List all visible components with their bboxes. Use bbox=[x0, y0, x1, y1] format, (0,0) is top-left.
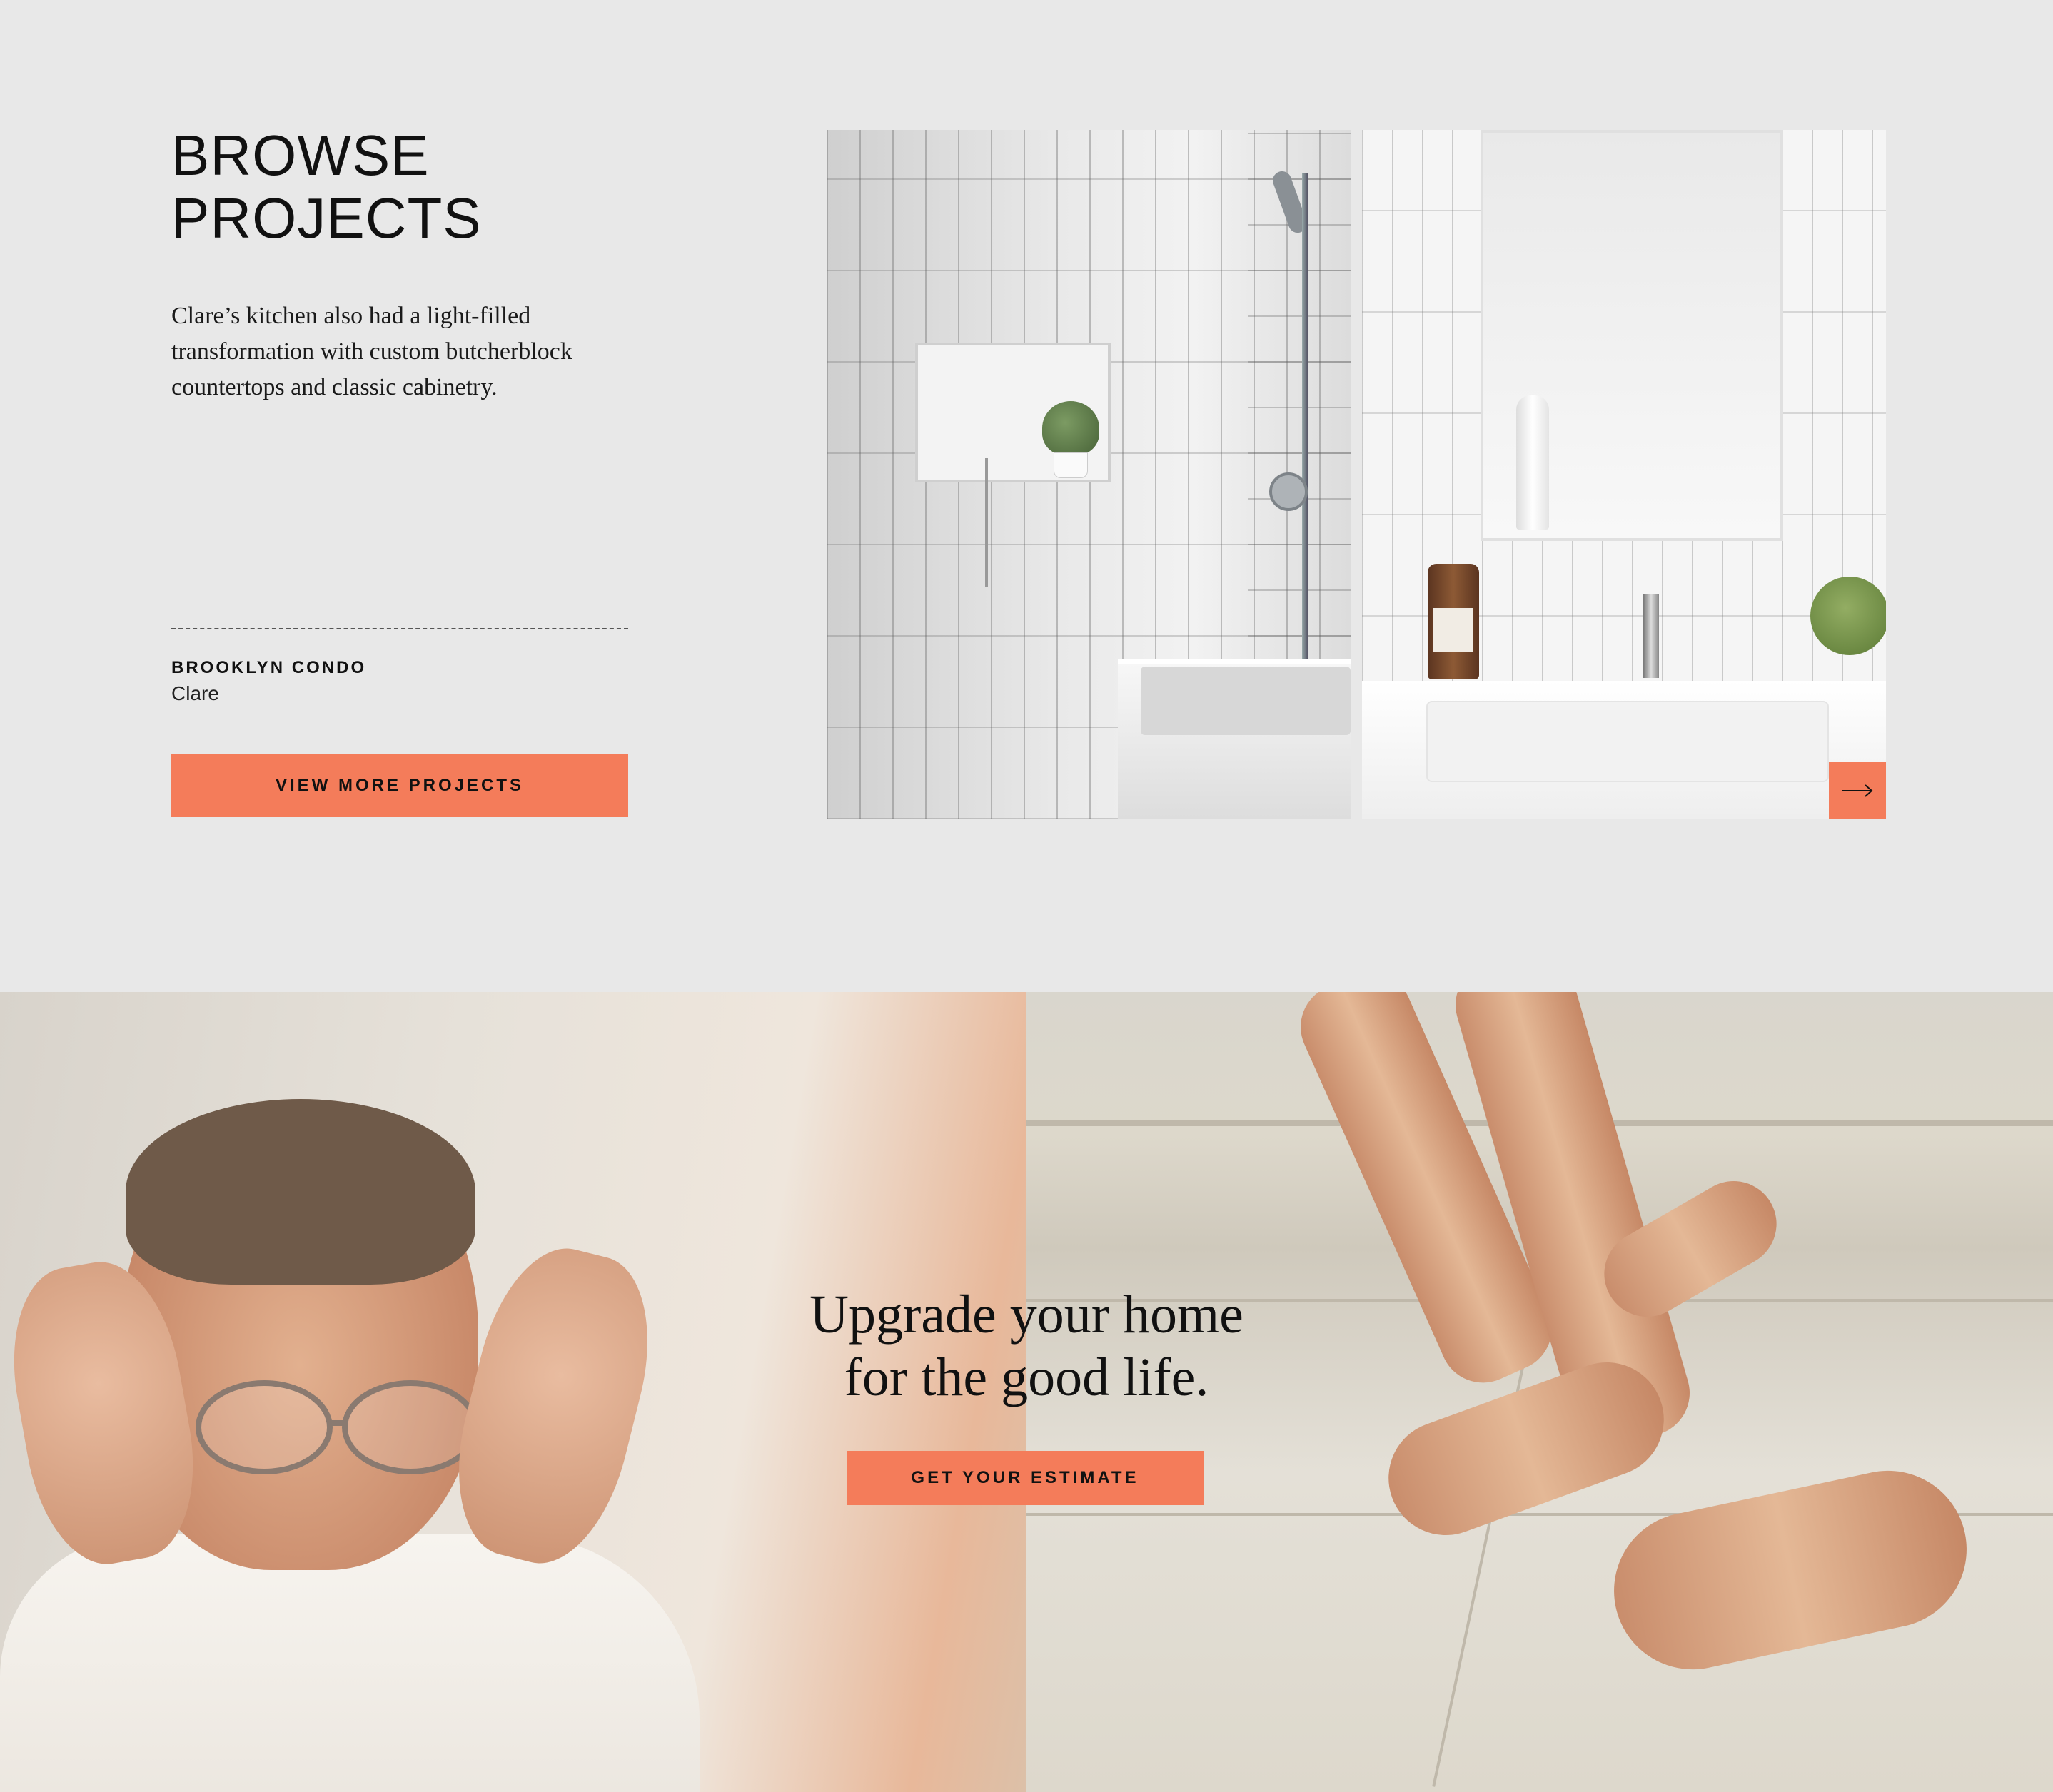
hero-headline-line-2: for the good life. bbox=[844, 1347, 1209, 1407]
project-name: BROOKLYN CONDO bbox=[171, 658, 367, 677]
get-estimate-button[interactable]: GET YOUR ESTIMATE bbox=[847, 1451, 1204, 1505]
project-photo-shower bbox=[827, 130, 1351, 819]
view-more-projects-button[interactable]: VIEW MORE PROJECTS bbox=[171, 754, 628, 817]
next-project-button[interactable] bbox=[1829, 762, 1886, 819]
project-description: Clare’s kitchen also had a light-filled … bbox=[171, 303, 572, 400]
hero-headline-line-1: Upgrade your home bbox=[809, 1285, 1244, 1345]
browse-projects-section: BROWSE PROJECTS Clare’s kitchen also had… bbox=[0, 0, 2053, 992]
title-line-2: PROJECTS bbox=[171, 186, 482, 250]
hero-headline: Upgrade your home for the good life. bbox=[0, 1283, 2053, 1409]
arrow-right-icon bbox=[1842, 784, 1873, 797]
section-title: BROWSE PROJECTS bbox=[171, 124, 482, 250]
project-client: Clare bbox=[171, 682, 219, 704]
title-line-1: BROWSE bbox=[171, 123, 430, 187]
divider bbox=[171, 628, 628, 629]
project-photo-vanity bbox=[1362, 130, 1886, 819]
